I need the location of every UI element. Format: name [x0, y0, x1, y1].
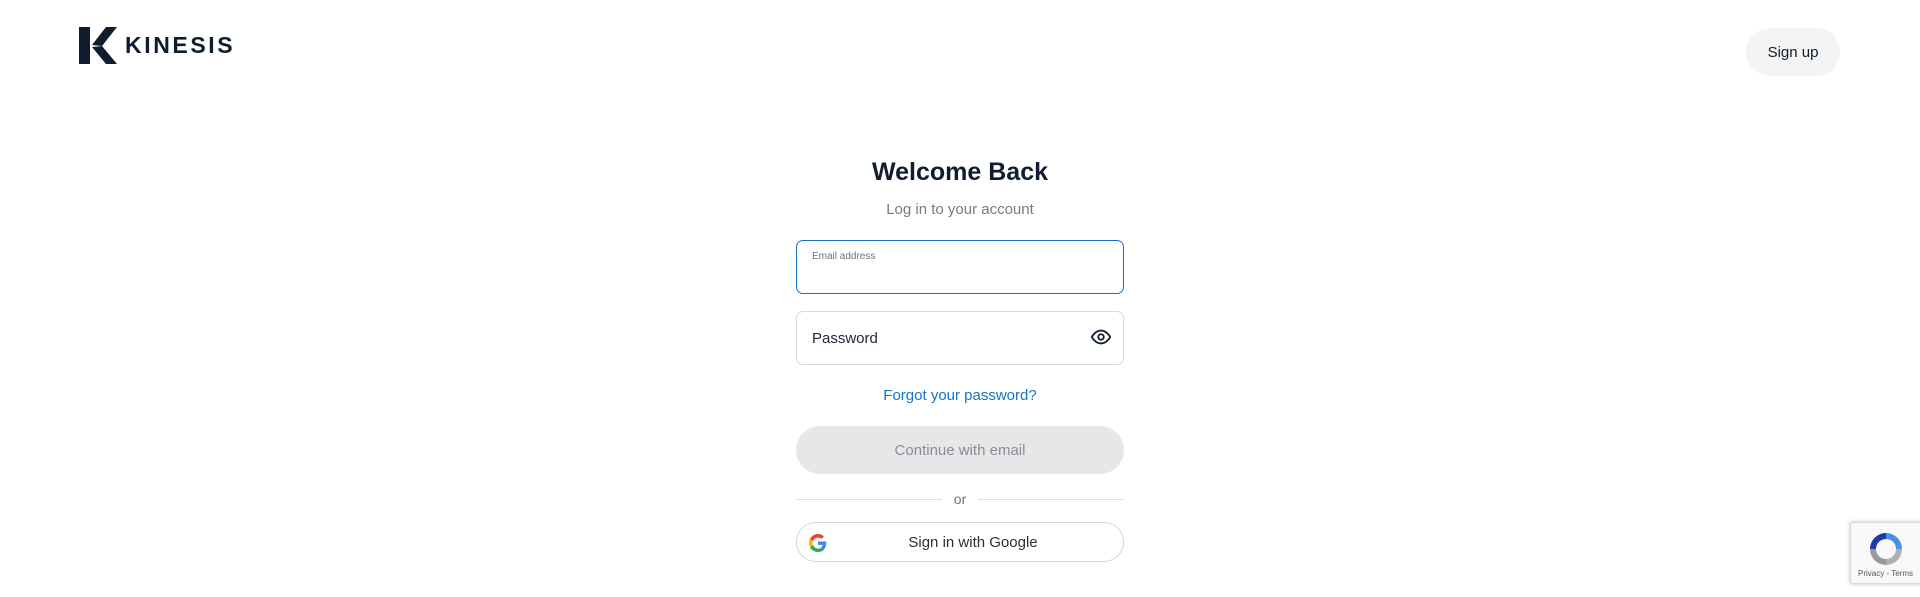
brand-logo[interactable]: KINESIS: [79, 27, 235, 64]
email-input[interactable]: [812, 267, 1108, 287]
signup-button[interactable]: Sign up: [1746, 28, 1840, 76]
recaptcha-links: Privacy - Terms: [1851, 569, 1920, 578]
brand-name: KINESIS: [125, 32, 236, 58]
continue-with-email-button[interactable]: Continue with email: [796, 426, 1124, 474]
login-page: KINESIS Sign up Welcome Back Log in to y…: [0, 0, 1920, 597]
page-title: Welcome Back: [871, 158, 1048, 186]
eye-icon: [1090, 329, 1112, 345]
recaptcha-icon: [1870, 533, 1902, 565]
email-field[interactable]: Email address: [796, 240, 1124, 294]
page-subtitle: Log in to your account: [886, 201, 1034, 218]
password-input[interactable]: [812, 312, 1079, 364]
recaptcha-badge[interactable]: Privacy - Terms: [1850, 522, 1920, 584]
google-signin-label: Sign in with Google: [908, 534, 1038, 551]
google-signin-button[interactable]: Sign in with Google: [796, 522, 1124, 562]
password-field[interactable]: [796, 311, 1124, 365]
divider-line-left: [796, 498, 942, 500]
divider-label: or: [953, 491, 967, 507]
show-password-button[interactable]: [1089, 326, 1113, 350]
recaptcha-terms-link[interactable]: Terms: [1891, 569, 1913, 578]
divider-line-right: [978, 498, 1125, 500]
recaptcha-privacy-link[interactable]: Privacy: [1858, 569, 1884, 578]
kinesis-logo-icon: [79, 27, 117, 64]
or-divider: or: [796, 489, 1125, 509]
forgot-password-link[interactable]: Forgot your password?: [796, 387, 1124, 404]
email-field-label: Email address: [812, 251, 876, 262]
